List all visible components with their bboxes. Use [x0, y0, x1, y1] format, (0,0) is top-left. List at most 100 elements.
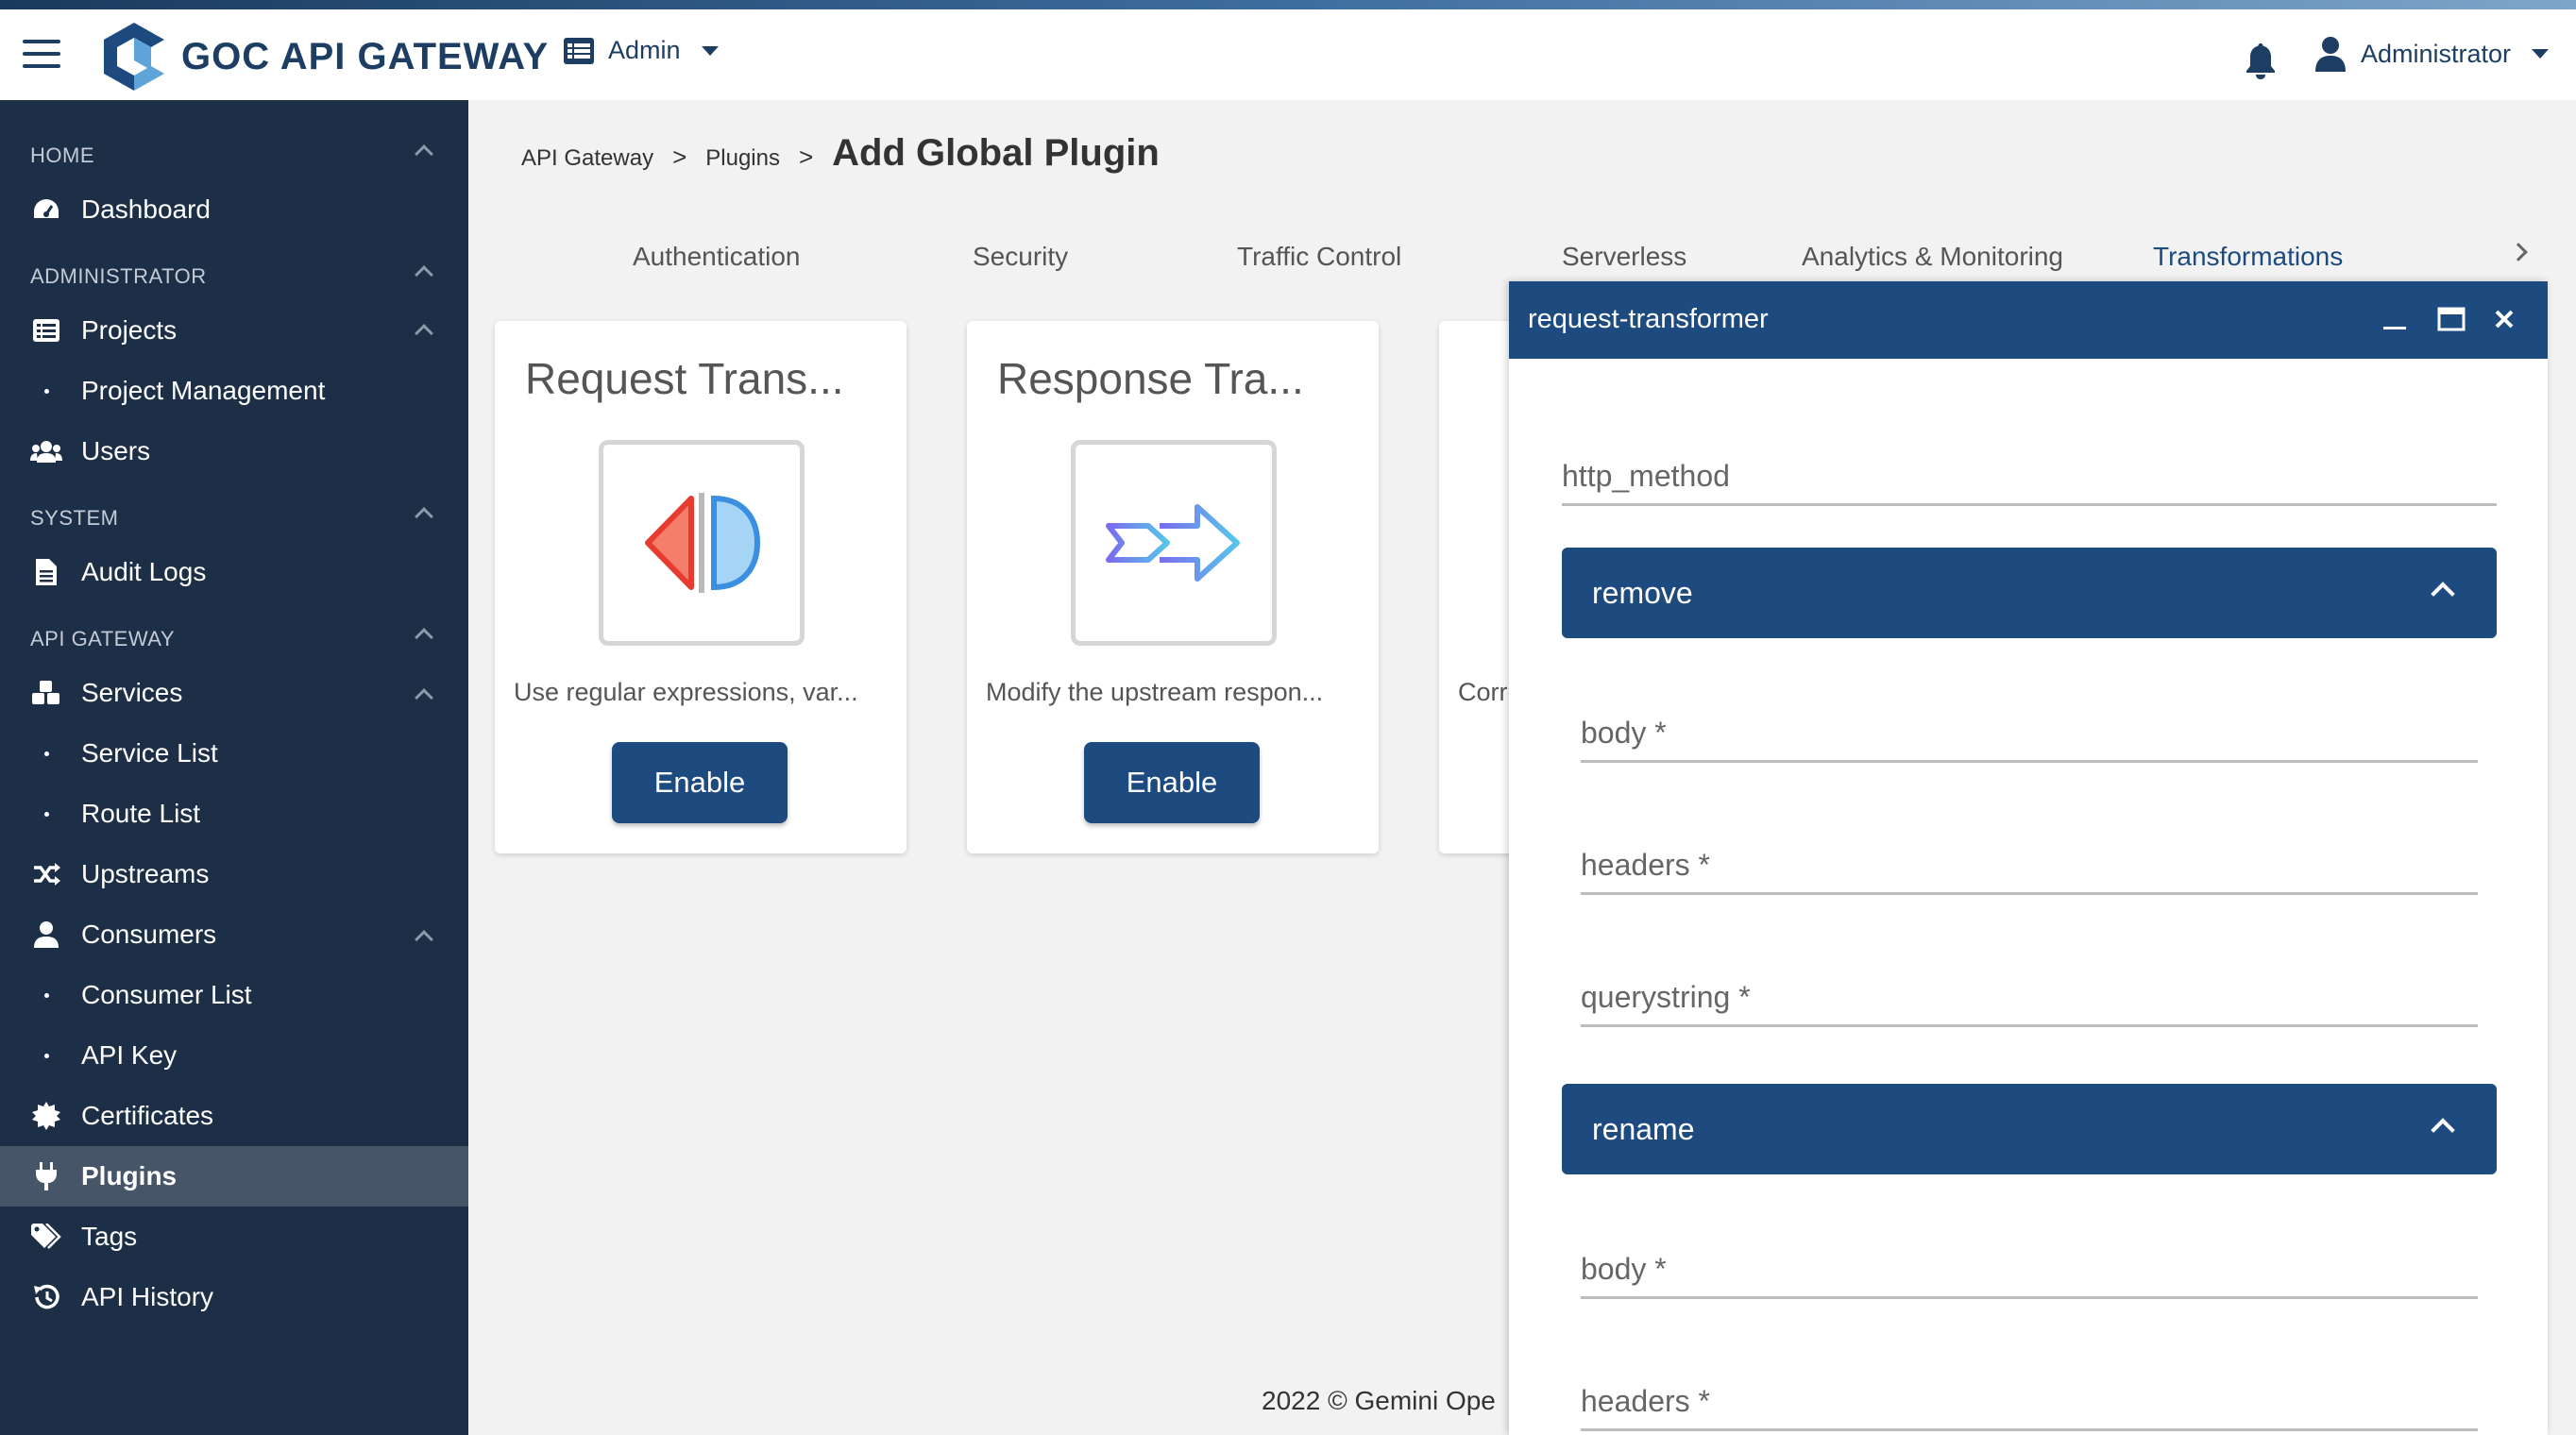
plugin-card-response-transformer: Response Tra... Modify the upstream resp… [967, 321, 1379, 853]
sidebar-item-label: API Key [81, 1040, 178, 1070]
caret-down-icon [701, 45, 719, 56]
sidebar-section-system[interactable]: SYSTEM [30, 506, 118, 531]
sidebar-item-label: Consumers [81, 920, 217, 949]
sidebar-item-label: Services [81, 678, 183, 707]
tab-analytics-monitoring[interactable]: Analytics & Monitoring [1802, 242, 2063, 272]
rename-body-field[interactable]: body * [1581, 1233, 2478, 1299]
enable-button[interactable]: Enable [1084, 742, 1260, 823]
user-icon [2315, 37, 2346, 72]
tab-serverless[interactable]: Serverless [1562, 242, 1686, 272]
brand-name: GOC API GATEWAY [181, 36, 550, 77]
sidebar-item-consumers[interactable]: Consumers [0, 904, 468, 965]
sidebar-item-service-list[interactable]: Service List [0, 723, 468, 784]
tab-authentication[interactable]: Authentication [633, 242, 800, 272]
admin-dropdown[interactable]: Admin [563, 36, 719, 65]
required-mark: * [1738, 980, 1751, 1014]
field-label: querystring * [1581, 980, 1751, 1015]
sidebar-item-label: Consumer List [81, 980, 252, 1009]
sidebar-item-route-list[interactable]: Route List [0, 784, 468, 844]
http-method-field[interactable]: http_method [1562, 453, 2497, 506]
panel-header: request-transformer [1509, 281, 2548, 359]
required-mark: * [1654, 716, 1667, 750]
sidebar-item-dashboard[interactable]: Dashboard [0, 179, 468, 240]
tab-traffic-control[interactable]: Traffic Control [1237, 242, 1401, 272]
sidebar-item-api-history[interactable]: API History [0, 1267, 468, 1327]
field-label: body * [1581, 1252, 1667, 1287]
chevron-up-icon[interactable] [415, 144, 433, 163]
sidebar-item-label: API History [81, 1282, 214, 1311]
tags-icon [30, 1221, 62, 1253]
admin-dropdown-label: Admin [608, 36, 681, 64]
users-icon [30, 435, 62, 467]
panel-title: request-transformer [1528, 304, 1769, 334]
top-accent-stripe [0, 0, 2576, 9]
tab-transformations[interactable]: Transformations [2153, 242, 2343, 272]
table-list-icon [564, 37, 594, 64]
chevron-up-icon[interactable] [2431, 582, 2455, 606]
sidebar-item-projects[interactable]: Projects [0, 300, 468, 361]
remove-body-field[interactable]: body * [1581, 697, 2478, 763]
sidebar-item-label: Service List [81, 738, 218, 768]
user-dropdown-label: Administrator [2361, 39, 2512, 68]
minimize-icon[interactable] [2376, 300, 2414, 338]
footer-copyright: 2022 © Gemini Ope [1262, 1386, 1496, 1415]
remove-querystring-field[interactable]: querystring * [1581, 961, 2478, 1027]
field-label-text: body [1581, 716, 1647, 750]
sidebar-item-certificates[interactable]: Certificates [0, 1086, 468, 1146]
sidebar-item-project-management[interactable]: Project Management [0, 361, 468, 421]
sidebar-item-label: Dashboard [81, 194, 211, 224]
rename-headers-field[interactable]: headers * [1581, 1365, 2478, 1431]
sidebar: HOME Dashboard ADMINISTRATOR Projects Pr… [0, 100, 468, 1435]
sidebar-item-label: Audit Logs [81, 557, 207, 586]
remove-headers-field[interactable]: headers * [1581, 829, 2478, 895]
request-transformer-panel: request-transformer http_method remove b… [1509, 281, 2548, 1435]
sidebar-item-upstreams[interactable]: Upstreams [0, 844, 468, 904]
breadcrumb: API Gateway > Plugins > Add Global Plugi… [521, 132, 1160, 175]
sidebar-section-api-gateway[interactable]: API GATEWAY [30, 627, 175, 651]
field-label-text: headers [1581, 848, 1690, 882]
user-icon [30, 919, 62, 951]
document-icon [30, 556, 62, 588]
field-label: headers * [1581, 1384, 1710, 1419]
close-icon[interactable] [2485, 300, 2523, 338]
sidebar-item-consumer-list[interactable]: Consumer List [0, 965, 468, 1025]
sidebar-section-home[interactable]: HOME [30, 144, 94, 168]
required-mark: * [1698, 1384, 1710, 1418]
bullet-icon [30, 388, 62, 394]
breadcrumb-api-gateway[interactable]: API Gateway [521, 145, 653, 172]
rename-accordion[interactable]: rename [1562, 1084, 2497, 1174]
sidebar-item-plugins[interactable]: Plugins [0, 1146, 468, 1207]
plugin-card-title: Response Tra... [997, 354, 1304, 403]
chevron-up-icon[interactable] [2431, 1118, 2455, 1142]
sidebar-item-audit-logs[interactable]: Audit Logs [0, 542, 468, 602]
enable-button[interactable]: Enable [612, 742, 788, 823]
remove-accordion[interactable]: remove [1562, 548, 2497, 638]
field-label: body * [1581, 716, 1667, 751]
sidebar-item-label: Users [81, 436, 151, 465]
caret-down-icon [2532, 49, 2550, 59]
chevron-up-icon[interactable] [415, 507, 433, 526]
hamburger-menu-icon[interactable] [23, 40, 60, 68]
tab-security[interactable]: Security [973, 242, 1068, 272]
bullet-icon [30, 992, 62, 998]
maximize-icon[interactable] [2432, 300, 2470, 338]
user-dropdown[interactable]: Administrator [2313, 36, 2550, 72]
sidebar-item-users[interactable]: Users [0, 421, 468, 481]
chevron-up-icon[interactable] [415, 265, 433, 284]
certificate-icon [30, 1100, 62, 1132]
breadcrumb-plugins[interactable]: Plugins [705, 145, 780, 172]
sidebar-section-administrator[interactable]: ADMINISTRATOR [30, 264, 207, 289]
cubes-icon [30, 677, 62, 709]
sidebar-item-services[interactable]: Services [0, 663, 468, 723]
bell-icon[interactable] [2244, 42, 2278, 81]
request-transformer-logo-icon [599, 440, 805, 646]
sidebar-item-label: Plugins [81, 1161, 178, 1190]
goc-logo-icon [104, 23, 164, 91]
field-label-text: querystring [1581, 980, 1731, 1014]
chevron-up-icon[interactable] [415, 628, 433, 647]
sidebar-item-tags[interactable]: Tags [0, 1207, 468, 1267]
required-mark: * [1698, 848, 1710, 882]
sidebar-item-api-key[interactable]: API Key [0, 1025, 468, 1086]
sidebar-item-label: Upstreams [81, 859, 210, 888]
table-list-icon [30, 314, 62, 346]
